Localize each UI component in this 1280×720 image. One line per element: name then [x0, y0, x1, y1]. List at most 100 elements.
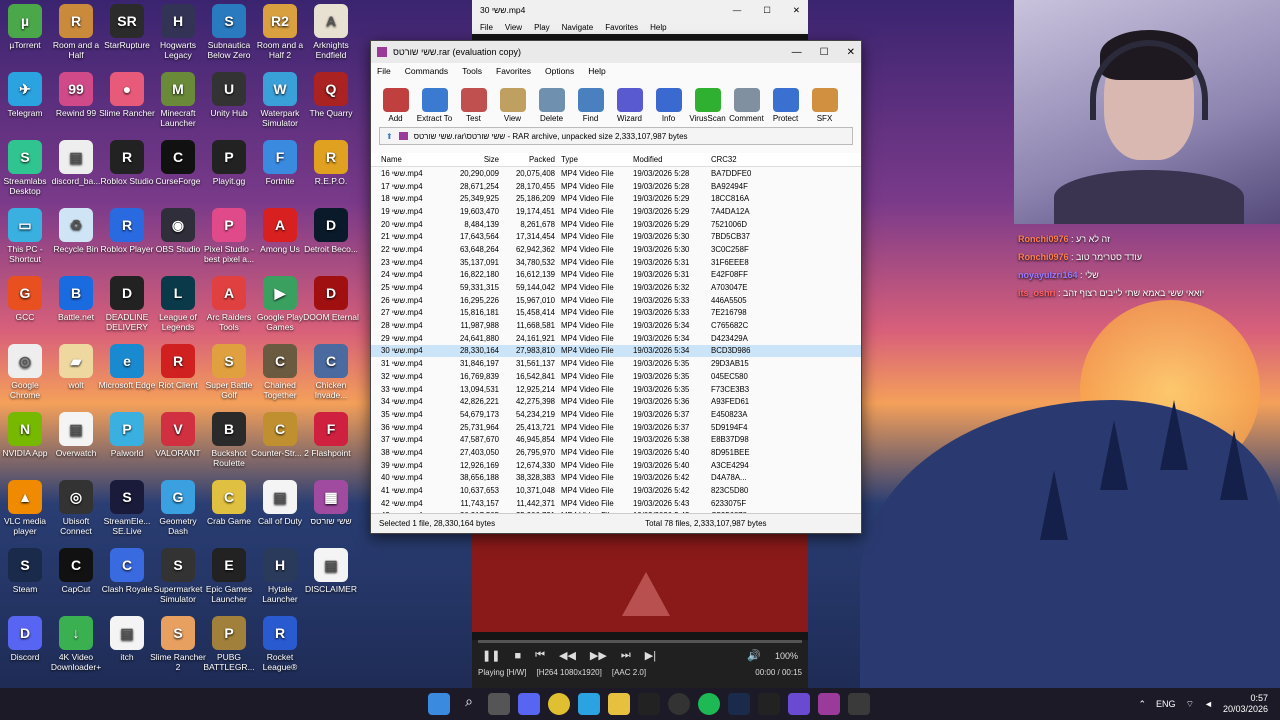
- toolbar-button[interactable]: Find: [572, 88, 609, 123]
- desktop-icon[interactable]: e Microsoft Edge: [98, 344, 156, 390]
- toolbar-button[interactable]: Wizard: [611, 88, 648, 123]
- close-icon[interactable]: ✕: [793, 5, 800, 16]
- desktop-icon[interactable]: F Fortnite: [251, 140, 309, 186]
- column-header[interactable]: CRC32: [703, 155, 763, 164]
- file-explorer-icon[interactable]: [608, 693, 630, 715]
- minimize-icon[interactable]: —: [792, 47, 802, 58]
- frame-step-icon[interactable]: ▶|: [645, 649, 656, 662]
- toolbar-button[interactable]: VirusScan: [689, 88, 726, 123]
- desktop-icon[interactable]: Q The Quarry: [302, 72, 360, 118]
- desktop-icon[interactable]: C Crab Game: [200, 480, 258, 526]
- player-menu-item[interactable]: Help: [650, 23, 666, 32]
- desktop-icon[interactable]: ▤ DISCLAIMER: [302, 548, 360, 594]
- desktop-icon[interactable]: ▤ discord_ba...: [47, 140, 105, 186]
- desktop-icon[interactable]: E Epic Games Launcher: [200, 548, 258, 604]
- clock[interactable]: 0:57 20/03/2026: [1223, 693, 1268, 715]
- desktop-icon[interactable]: L League of Legends: [149, 276, 207, 332]
- desktop-icon[interactable]: ♻ Recycle Bin: [47, 208, 105, 254]
- desktop-icon[interactable]: ▰ wolt: [47, 344, 105, 390]
- table-row[interactable]: 37 ששי.mp4 47,587,670 46,945,854 MP4 Video …: [371, 433, 861, 446]
- desktop-icon[interactable]: R Roblox Player: [98, 208, 156, 254]
- desktop-icon[interactable]: S StreamEle... SE.Live: [98, 480, 156, 536]
- desktop-icon[interactable]: D Discord: [0, 616, 54, 662]
- desktop-icon[interactable]: R Room and a Half: [47, 4, 105, 60]
- desktop-icon[interactable]: ◎ Google Chrome: [0, 344, 54, 400]
- maximize-icon[interactable]: ☐: [763, 5, 771, 16]
- table-row[interactable]: 42 ששי.mp4 11,743,157 11,442,371 MP4 Video …: [371, 497, 861, 510]
- desktop-icon[interactable]: ● Slime Rancher: [98, 72, 156, 118]
- minimize-icon[interactable]: —: [733, 5, 742, 16]
- desktop-icon[interactable]: H Hogwarts Legacy: [149, 4, 207, 60]
- toolbar-button[interactable]: Comment: [728, 88, 765, 123]
- winrar-menu-item[interactable]: Options: [545, 66, 574, 76]
- desktop-icon[interactable]: A Arc Raiders Tools: [200, 276, 258, 332]
- desktop-icon[interactable]: ▭ This PC - Shortcut: [0, 208, 54, 264]
- desktop-icon[interactable]: C CapCut: [47, 548, 105, 594]
- desktop-icon[interactable]: C Chicken Invade...: [302, 344, 360, 400]
- table-row[interactable]: 30 ששי.mp4 28,330,164 27,983,810 MP4 Video …: [371, 344, 861, 358]
- desktop-icon[interactable]: S Super Battle Golf: [200, 344, 258, 400]
- desktop-icon[interactable]: ▤ Overwatch: [47, 412, 105, 458]
- table-row[interactable]: 35 ששי.mp4 54,679,173 54,234,219 MP4 Video …: [371, 408, 861, 421]
- toolbar-button[interactable]: Info: [650, 88, 687, 123]
- desktop-icon[interactable]: C Counter-Str... 2: [251, 412, 309, 458]
- network-icon[interactable]: ⌔: [1186, 699, 1194, 710]
- winrar-menu-item[interactable]: Help: [588, 66, 605, 76]
- desktop-icon[interactable]: R R.E.P.O.: [302, 140, 360, 186]
- desktop-icon[interactable]: µ µTorrent: [0, 4, 54, 50]
- start-icon[interactable]: [428, 693, 450, 715]
- skip-back-icon[interactable]: ⏮: [535, 649, 545, 662]
- desktop-icon[interactable]: ▤ Call of Duty: [251, 480, 309, 526]
- desktop-icon[interactable]: S Supermarket Simulator: [149, 548, 207, 604]
- desktop-icon[interactable]: ✈ Telegram: [0, 72, 54, 118]
- table-row[interactable]: 40 ששי.mp4 38,656,188 38,328,383 MP4 Video …: [371, 472, 861, 485]
- desktop-icon[interactable]: D DEADLINE DELIVERY: [98, 276, 156, 332]
- table-row[interactable]: 31 ששי.mp4 31,846,197 31,561,137 MP4 Video …: [371, 357, 861, 370]
- player-menu-item[interactable]: Navigate: [562, 23, 594, 32]
- player-menu-item[interactable]: View: [505, 23, 522, 32]
- table-row[interactable]: 25 ששי.mp4 59,331,315 59,144,042 MP4 Video …: [371, 281, 861, 294]
- desktop-icon[interactable]: 99 Rewind 99: [47, 72, 105, 118]
- desktop-icon[interactable]: R Rocket League®: [251, 616, 309, 672]
- toolbar-button[interactable]: Add: [377, 88, 414, 123]
- archive-path-bar[interactable]: ⬆ ששי שורטס.rar\ששי שורטס - RAR archive,…: [379, 127, 853, 145]
- telegram-taskbar-icon[interactable]: [578, 693, 600, 715]
- table-row[interactable]: 39 ששי.mp4 12,926,169 12,674,330 MP4 Video …: [371, 459, 861, 472]
- forward-icon[interactable]: ▶▶: [590, 649, 607, 662]
- chrome-taskbar-icon[interactable]: [548, 693, 570, 715]
- spotify-taskbar-icon[interactable]: [698, 693, 720, 715]
- winrar-window[interactable]: ששי שורטס.rar (evaluation copy) — ☐ ✕ Fi…: [370, 40, 862, 534]
- language-indicator[interactable]: ENG: [1156, 699, 1176, 709]
- desktop-icon[interactable]: C Clash Royale: [98, 548, 156, 594]
- desktop-icon[interactable]: C CurseForge: [149, 140, 207, 186]
- desktop-icon[interactable]: ▶ Google Play Games: [251, 276, 309, 332]
- search-icon[interactable]: ⌕: [458, 693, 480, 715]
- stop-icon[interactable]: ■: [514, 650, 521, 662]
- desktop-icon[interactable]: A Among Us: [251, 208, 309, 254]
- maximize-icon[interactable]: ☐: [820, 47, 829, 58]
- player-menu-item[interactable]: Favorites: [605, 23, 638, 32]
- epic-taskbar-icon[interactable]: [758, 693, 780, 715]
- player-menu-item[interactable]: File: [480, 23, 493, 32]
- column-header[interactable]: Modified: [633, 155, 703, 164]
- table-row[interactable]: 28 ששי.mp4 11,987,988 11,668,581 MP4 Video …: [371, 319, 861, 332]
- skip-forward-icon[interactable]: ⏭: [621, 649, 631, 662]
- table-row[interactable]: 41 ששי.mp4 10,637,653 10,371,048 MP4 Video …: [371, 484, 861, 497]
- desktop-icon[interactable]: R2 Room and a Half 2: [251, 4, 309, 60]
- obs-taskbar-icon[interactable]: [668, 693, 690, 715]
- desktop-icon[interactable]: S Slime Rancher 2: [149, 616, 207, 672]
- winrar-taskbar-icon[interactable]: [818, 693, 840, 715]
- column-header[interactable]: Size: [451, 155, 499, 164]
- toolbar-button[interactable]: SFX: [806, 88, 843, 123]
- toolbar-button[interactable]: Delete: [533, 88, 570, 123]
- desktop-icon[interactable]: V VALORANT: [149, 412, 207, 458]
- table-row[interactable]: 23 ששי.mp4 35,137,091 34,780,532 MP4 Video …: [371, 256, 861, 269]
- desktop-icon[interactable]: P PUBG BATTLEGR...: [200, 616, 258, 672]
- toolbar-button[interactable]: Protect: [767, 88, 804, 123]
- table-row[interactable]: 27 ששי.mp4 15,816,181 15,458,414 MP4 Video …: [371, 307, 861, 320]
- close-icon[interactable]: ✕: [847, 47, 855, 58]
- column-header[interactable]: Name: [371, 155, 451, 164]
- toolbar-button[interactable]: Test: [455, 88, 492, 123]
- desktop-icon[interactable]: ◉ OBS Studio: [149, 208, 207, 254]
- desktop-icon[interactable]: G GCC: [0, 276, 54, 322]
